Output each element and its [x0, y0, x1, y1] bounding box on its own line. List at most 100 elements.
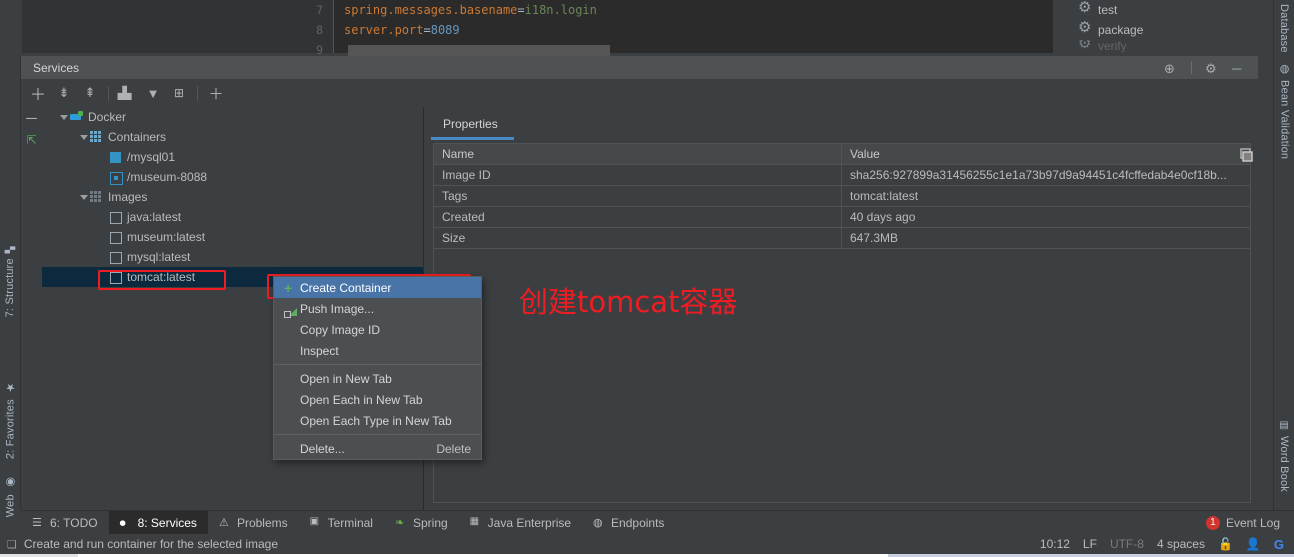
tab-endpoints[interactable]: ◍ Endpoints	[582, 511, 675, 535]
lock-icon[interactable]: 🔓	[1218, 537, 1233, 551]
right-tab-label: Database	[1278, 4, 1290, 53]
left-tab-web[interactable]: Web ◉	[4, 476, 17, 517]
status-encoding[interactable]: UTF-8	[1110, 537, 1144, 551]
left-tab-structure[interactable]: 7: Structure ▚	[4, 246, 16, 317]
annotation-text: 创建tomcat容器	[519, 279, 737, 321]
table-row[interactable]: Tags tomcat:latest	[434, 186, 1250, 207]
google-icon[interactable]: G	[1274, 537, 1284, 552]
word-book-icon: ▤	[1279, 420, 1290, 431]
tab-spring[interactable]: ❧ Spring	[384, 511, 459, 535]
tab-java-enterprise[interactable]: ▦ Java Enterprise	[459, 511, 582, 535]
add-icon[interactable]: ＋	[26, 82, 50, 104]
tab-services[interactable]: ⏺ 8: Services	[109, 511, 208, 535]
cell-name: Created	[434, 207, 842, 227]
table-row[interactable]: Image ID sha256:927899a31456255c1e1a73b9…	[434, 165, 1250, 186]
right-tab-word-book[interactable]: ▤ Word Book	[1278, 420, 1290, 492]
maven-goal-package[interactable]: package	[1053, 20, 1258, 40]
gear-icon[interactable]: ⚙	[1205, 61, 1219, 75]
chevron-down-icon[interactable]	[79, 192, 90, 203]
menu-item-delete[interactable]: Delete... Delete	[274, 438, 481, 459]
remove-icon[interactable]: ─	[21, 107, 42, 129]
tree-node-mysql-latest[interactable]: mysql:latest	[42, 247, 423, 267]
filter-icon[interactable]: ▼	[141, 82, 165, 104]
menu-item-copy-image-id[interactable]: Copy Image ID	[274, 319, 481, 340]
cell-value: 40 days ago	[842, 207, 1250, 227]
status-bar-left: ❑ Create and run container for the selec…	[0, 537, 278, 551]
tab-label: Terminal	[328, 516, 373, 530]
locate-icon[interactable]: ⊕	[1164, 61, 1178, 75]
left-tab-label: 7: Structure	[4, 258, 16, 317]
menu-item-open-each-type-in-new-tab[interactable]: Open Each Type in New Tab	[274, 410, 481, 431]
status-indent[interactable]: 4 spaces	[1157, 537, 1205, 551]
code-line: server.port=8089	[334, 20, 1053, 40]
tree-node-label: Containers	[108, 130, 166, 144]
tree-node-docker[interactable]: Docker	[42, 107, 423, 127]
copy-icon[interactable]	[1237, 147, 1255, 165]
menu-item-label: Copy Image ID	[300, 323, 380, 337]
group-by-icon[interactable]: ▟▖	[115, 82, 139, 104]
menu-item-open-in-new-tab[interactable]: Open in New Tab	[274, 368, 481, 389]
tree-node-java-latest[interactable]: java:latest	[42, 207, 423, 227]
right-tab-bean-validation[interactable]: ◍ Bean Validation	[1278, 62, 1291, 159]
column-header-name[interactable]: Name	[434, 144, 842, 164]
right-tab-label: Bean Validation	[1279, 80, 1291, 159]
menu-item-label: Delete...	[300, 442, 345, 456]
warning-icon: ⚠	[219, 516, 232, 529]
tree-node-museum-latest[interactable]: museum:latest	[42, 227, 423, 247]
container-running-icon	[109, 151, 122, 164]
services-toolbar: ＋ ⇟ ⇞ ▟▖ ▼ ⊞ ＋	[21, 79, 402, 107]
image-icon	[109, 231, 122, 244]
editor-blank-area	[22, 0, 275, 53]
chevron-down-icon[interactable]	[79, 132, 90, 143]
terminal-icon: ▣	[310, 516, 323, 529]
event-log-button[interactable]: 1 Event Log	[1206, 516, 1294, 530]
menu-item-label: Push Image...	[300, 302, 374, 316]
tab-label: Java Enterprise	[488, 516, 571, 530]
tab-terminal[interactable]: ▣ Terminal	[299, 511, 384, 535]
code-key: server.port	[344, 23, 423, 37]
tree-node-mysql01[interactable]: /mysql01	[42, 147, 423, 167]
gear-icon	[1080, 5, 1091, 16]
menu-item-inspect[interactable]: Inspect	[274, 340, 481, 361]
tree-node-label: mysql:latest	[127, 250, 190, 264]
tab-todo[interactable]: ☰ 6: TODO	[21, 511, 109, 535]
menu-item-label: Create Container	[300, 281, 391, 295]
maven-goal-partial: verify	[1053, 40, 1258, 52]
menu-item-push-image[interactable]: Push Image...	[274, 298, 481, 319]
editor-code-area[interactable]: spring.messages.basename=i18n.login serv…	[333, 0, 1053, 53]
line-number: 8	[275, 20, 333, 40]
expand-all-icon[interactable]: ⇟	[52, 82, 76, 104]
menu-separator	[274, 364, 481, 365]
tab-label: 6: TODO	[50, 516, 98, 530]
status-time[interactable]: 10:12	[1040, 537, 1070, 551]
status-line-separator[interactable]: LF	[1083, 537, 1097, 551]
menu-item-open-each-in-new-tab[interactable]: Open Each in New Tab	[274, 389, 481, 410]
copy-icon-svg	[1237, 147, 1255, 165]
structure-icon: ▚	[5, 246, 15, 253]
code-selection-block	[348, 45, 610, 56]
cell-value: tomcat:latest	[842, 186, 1250, 206]
add-service-icon[interactable]: ＋	[204, 82, 228, 104]
code-equals: =	[517, 3, 524, 17]
expand-window-icon[interactable]: ⇱	[21, 129, 42, 151]
tree-node-images[interactable]: Images	[42, 187, 423, 207]
minimize-icon[interactable]: ─	[1232, 61, 1246, 75]
add-tab-icon[interactable]: ⊞	[167, 82, 191, 104]
tab-properties[interactable]: Properties	[431, 110, 510, 137]
images-grid-icon	[90, 191, 103, 204]
right-tab-database[interactable]: Database	[1278, 4, 1290, 53]
collapse-all-icon[interactable]: ⇞	[78, 82, 102, 104]
chevron-down-icon[interactable]	[59, 112, 70, 123]
table-row[interactable]: Created 40 days ago	[434, 207, 1250, 228]
tree-node-museum-8088[interactable]: /museum-8088	[42, 167, 423, 187]
table-row[interactable]: Size 647.3MB	[434, 228, 1250, 249]
menu-item-create-container[interactable]: + Create Container	[274, 277, 481, 298]
maven-goal-label-cut: verify	[1098, 40, 1127, 52]
tree-node-containers[interactable]: Containers	[42, 127, 423, 147]
code-value: i18n.login	[525, 3, 597, 17]
left-tab-favorites[interactable]: 2: Favorites ★	[4, 381, 17, 459]
inspector-icon[interactable]: 👤	[1246, 537, 1261, 551]
tab-problems[interactable]: ⚠ Problems	[208, 511, 299, 535]
column-header-value[interactable]: Value	[842, 144, 1250, 164]
editor-strip: 7 8 9 spring.messages.basename=i18n.logi…	[0, 0, 1294, 56]
